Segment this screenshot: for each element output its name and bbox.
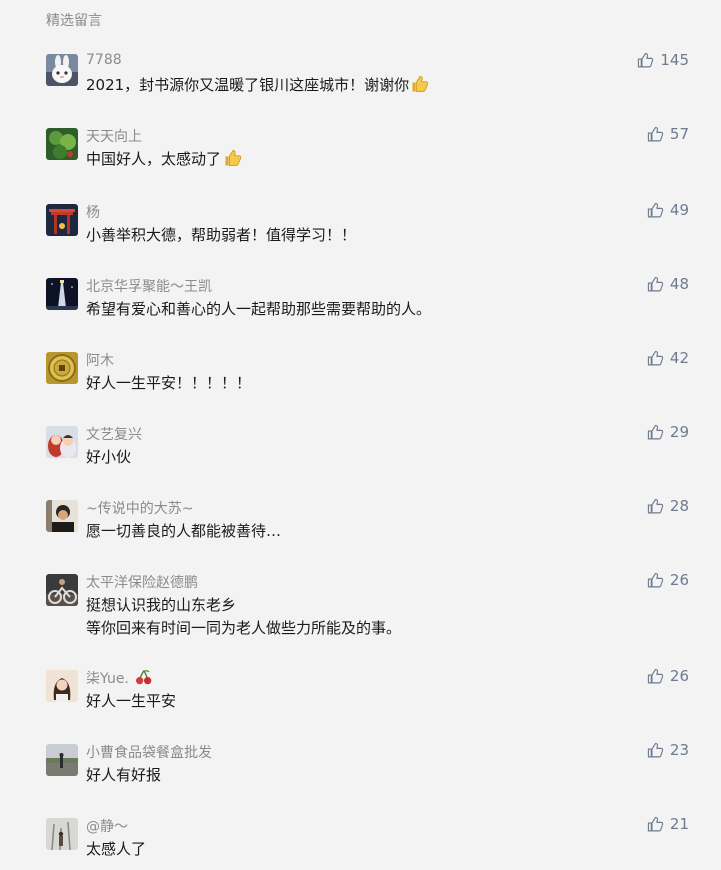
person-avatar-icon — [46, 500, 78, 532]
comment-text: 2021，封书源你又温暖了银川这座城市！谢谢你 — [86, 76, 410, 94]
rabbit-avatar-icon — [46, 54, 78, 86]
avatar[interactable] — [46, 426, 78, 458]
like-count: 42 — [669, 349, 689, 367]
thumbs-up-icon — [647, 742, 664, 757]
comment-nickname[interactable]: 天天向上 — [86, 126, 142, 146]
comment-nickname[interactable]: 太平洋保险赵德鹏 — [86, 572, 198, 592]
road-avatar-icon — [46, 744, 78, 776]
avatar[interactable] — [46, 818, 78, 850]
thumbs-up-icon — [647, 126, 664, 141]
section-title: 精选留言 — [46, 13, 102, 29]
comment-content: 挺想认识我的山东老乡 等你回来有时间一同为老人做些力所能及的事。 — [86, 596, 402, 637]
thumbs-up-icon — [647, 350, 664, 365]
avatar[interactable] — [46, 744, 78, 776]
like-count: 145 — [660, 51, 689, 69]
thumbs-up-icon — [412, 76, 429, 92]
like-count: 26 — [669, 571, 689, 589]
nickname-text: 柒Yue. — [86, 671, 129, 687]
like-count: 48 — [669, 275, 689, 293]
plant-avatar-icon — [46, 128, 78, 160]
thumbs-up-icon — [647, 276, 664, 291]
like-button[interactable]: 26 — [647, 571, 689, 589]
like-button[interactable]: 145 — [637, 51, 689, 69]
like-count: 21 — [669, 815, 689, 833]
comment-content: 2021，封书源你又温暖了银川这座城市！谢谢你 — [86, 74, 646, 97]
tower-avatar-icon — [46, 278, 78, 310]
comment-nickname[interactable]: ~传说中的大苏~ — [86, 498, 193, 518]
comment-content: 小善举积大德，帮助弱者！值得学习！！ — [86, 226, 357, 244]
comment-nickname[interactable]: 阿木 — [86, 350, 114, 370]
comment-content: 好小伙 — [86, 448, 132, 466]
comment-content: 中国好人，太感动了 — [86, 148, 646, 171]
thumbs-up-icon — [647, 424, 664, 439]
like-count: 57 — [669, 125, 689, 143]
winter-avatar-icon — [46, 818, 78, 850]
comment-content: 太感人了 — [86, 840, 147, 858]
comment-nickname[interactable]: 北京华孚聚能～王凯 — [86, 276, 212, 296]
thumbs-up-icon — [647, 202, 664, 217]
comment-nickname[interactable]: @静～ — [86, 816, 128, 836]
comment-content: 愿一切善良的人都能被善待… — [86, 522, 282, 540]
thumbs-up-icon — [647, 498, 664, 513]
like-count: 49 — [669, 201, 689, 219]
like-button[interactable]: 49 — [647, 201, 689, 219]
like-button[interactable]: 48 — [647, 275, 689, 293]
like-count: 28 — [669, 497, 689, 515]
comment-nickname[interactable]: 文艺复兴 — [86, 424, 142, 444]
comment-nickname[interactable]: 7788 — [86, 52, 122, 68]
avatar[interactable] — [46, 574, 78, 606]
thumbs-up-icon — [647, 816, 664, 831]
like-count: 26 — [669, 667, 689, 685]
thumbs-up-icon — [638, 52, 654, 67]
comment-content: 希望有爱心和善心的人一起帮助那些需要帮助的人。 — [86, 300, 432, 318]
like-button[interactable]: 57 — [647, 125, 689, 143]
cherries-icon — [135, 669, 152, 685]
like-button[interactable]: 26 — [647, 667, 689, 685]
comment-nickname[interactable]: 杨 — [86, 202, 100, 222]
comment-content: 好人一生平安！！！！！ — [86, 374, 252, 392]
child-avatar-icon — [46, 426, 78, 458]
like-count: 23 — [669, 741, 689, 759]
girl-avatar-icon — [46, 670, 78, 702]
comment-nickname[interactable]: 柒Yue. — [86, 668, 153, 688]
comment-content: 好人一生平安 — [86, 692, 177, 710]
thumbs-up-icon — [225, 150, 242, 166]
comment-text: 中国好人，太感动了 — [86, 150, 222, 168]
thumbs-up-icon — [647, 668, 664, 683]
avatar[interactable] — [46, 500, 78, 532]
avatar[interactable] — [46, 204, 78, 236]
avatar[interactable] — [46, 670, 78, 702]
avatar[interactable] — [46, 278, 78, 310]
coin-avatar-icon — [46, 352, 78, 384]
comment-nickname[interactable]: 小曹食品袋餐盒批发 — [86, 742, 212, 762]
like-button[interactable]: 42 — [647, 349, 689, 367]
avatar[interactable] — [46, 352, 78, 384]
comment-content: 好人有好报 — [86, 766, 162, 784]
like-button[interactable]: 21 — [647, 815, 689, 833]
like-button[interactable]: 29 — [647, 423, 689, 441]
gate-avatar-icon — [46, 204, 78, 236]
like-count: 29 — [669, 423, 689, 441]
bike-avatar-icon — [46, 574, 78, 606]
thumbs-up-icon — [647, 572, 664, 587]
like-button[interactable]: 28 — [647, 497, 689, 515]
like-button[interactable]: 23 — [647, 741, 689, 759]
avatar[interactable] — [46, 54, 78, 86]
avatar[interactable] — [46, 128, 78, 160]
